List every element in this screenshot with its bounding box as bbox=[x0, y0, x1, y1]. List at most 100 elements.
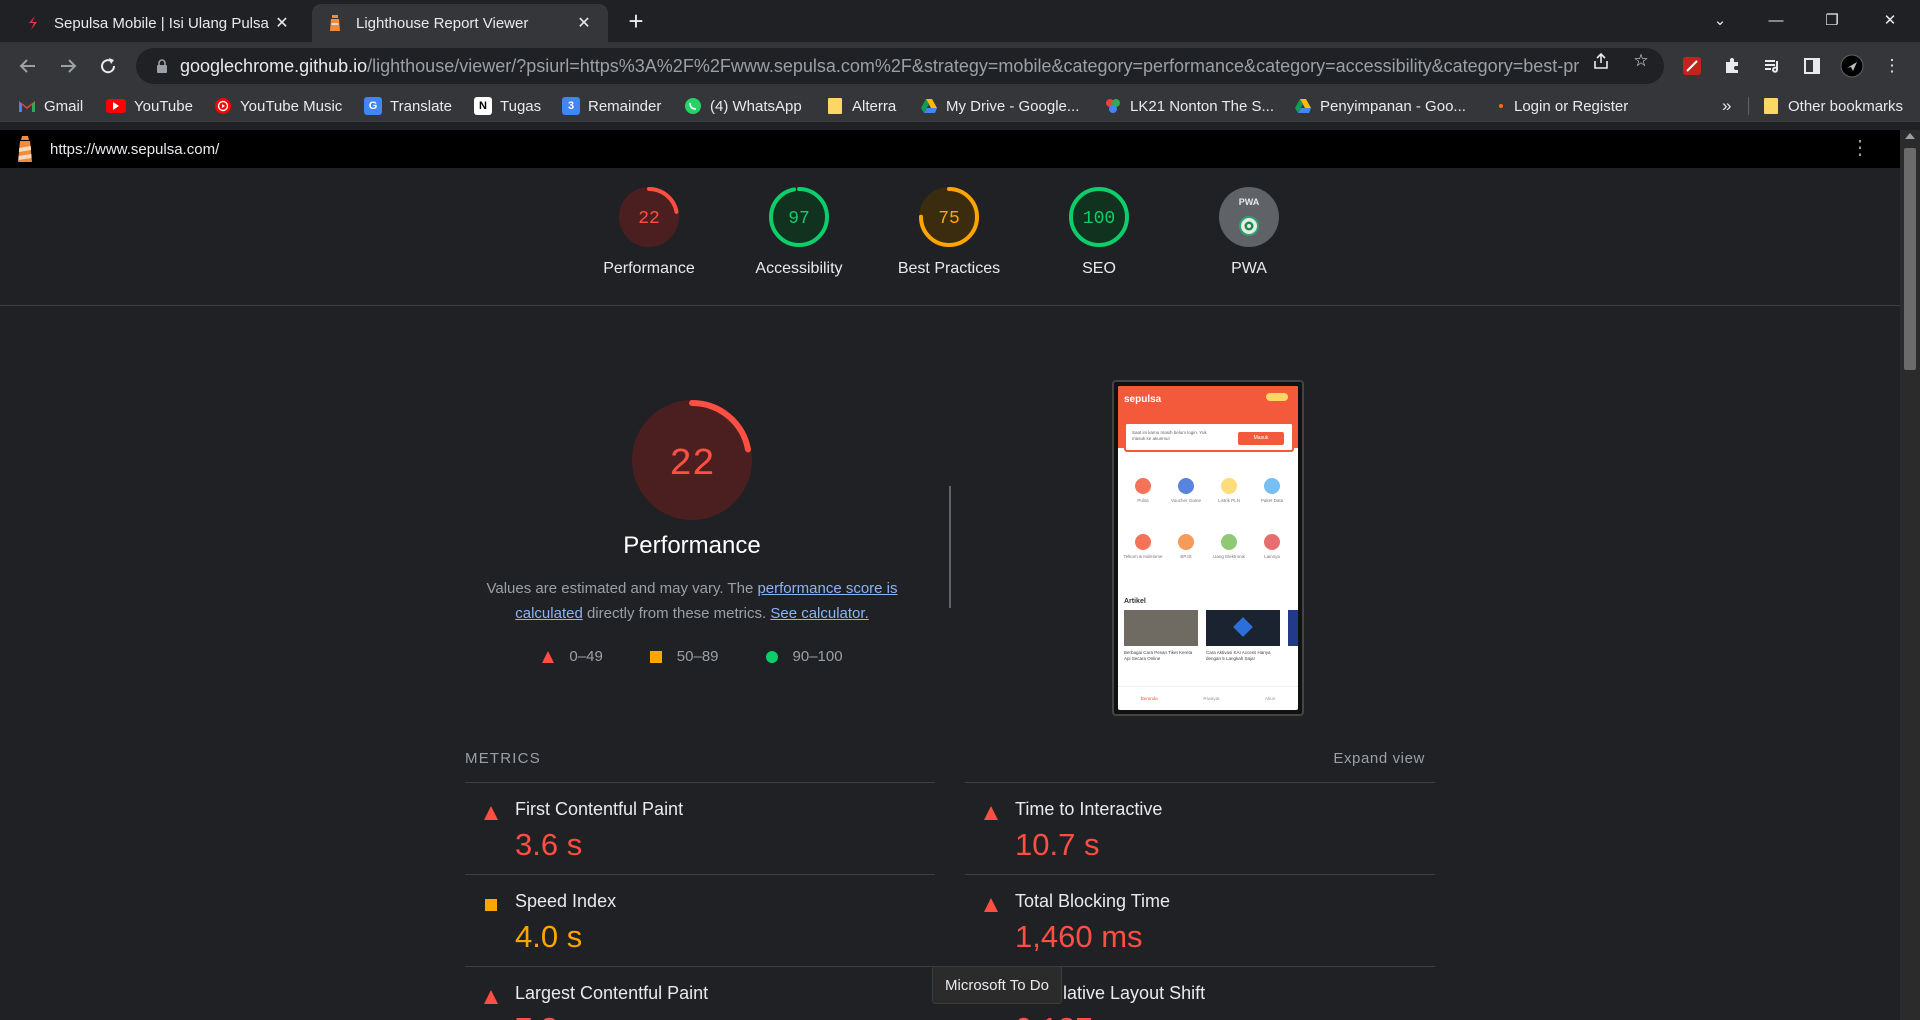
report-url: https://www.sepulsa.com/ bbox=[50, 140, 220, 158]
bookmark-label: YouTube bbox=[134, 97, 193, 115]
viewer-topbar: https://www.sepulsa.com/ ⋮ bbox=[0, 130, 1900, 168]
login-text: Saat ini kamu masih belum login. Yuk mas… bbox=[1132, 430, 1207, 441]
service-label: BPJS bbox=[1180, 554, 1192, 559]
legend-range: 50–89 bbox=[676, 648, 719, 665]
tab-close-icon[interactable]: ✕ bbox=[272, 13, 292, 33]
side-panel-icon[interactable] bbox=[1800, 54, 1824, 78]
metrics-heading: METRICS bbox=[465, 750, 541, 767]
new-tab-button[interactable]: + bbox=[622, 8, 650, 36]
score-label: Accessibility bbox=[755, 260, 843, 277]
reload-button[interactable] bbox=[94, 52, 122, 80]
final-screenshot[interactable]: sepulsa Saat ini kamu masih belum login.… bbox=[1112, 380, 1304, 716]
bookmark-label: Remainder bbox=[588, 97, 662, 115]
scrollbar-thumb[interactable] bbox=[1904, 148, 1916, 370]
bookmark-gmail[interactable]: Gmail bbox=[18, 96, 83, 116]
legend-range: 0–49 bbox=[569, 648, 603, 665]
maximize-button[interactable]: ❐ bbox=[1812, 6, 1852, 34]
page-scrollbar[interactable] bbox=[1900, 130, 1920, 1020]
bookmark-label: Tugas bbox=[500, 97, 542, 115]
tab-lighthouse[interactable]: Lighthouse Report Viewer ✕ bbox=[312, 4, 608, 42]
score-gauge-performance[interactable]: 22 Performance bbox=[574, 186, 724, 278]
service-label: Lainnya bbox=[1264, 554, 1280, 559]
score-value: 100 bbox=[1083, 209, 1115, 229]
bookmark-penyimpanan[interactable]: Penyimpanan - Goo... bbox=[1294, 96, 1466, 116]
score-label: SEO bbox=[1082, 260, 1116, 277]
url-host: googlechrome.github.io bbox=[180, 55, 368, 76]
lock-icon[interactable] bbox=[144, 59, 180, 73]
tab-search-button[interactable]: ⌄ bbox=[1700, 6, 1740, 34]
service-label: Uang Elektronik bbox=[1213, 554, 1245, 559]
score-gauge-seo[interactable]: 100 SEO bbox=[1024, 186, 1174, 278]
bookmark-translate[interactable]: G Translate bbox=[364, 96, 452, 116]
profile-avatar-icon[interactable] bbox=[1840, 54, 1864, 78]
service-item: Pulsa bbox=[1122, 478, 1164, 504]
notion-icon: N bbox=[474, 97, 492, 115]
score-gauge-accessibility[interactable]: 97 Accessibility bbox=[724, 186, 874, 278]
service-icon bbox=[1135, 478, 1151, 494]
score-value: 97 bbox=[788, 209, 810, 229]
close-window-button[interactable]: ✕ bbox=[1870, 6, 1910, 34]
service-icon bbox=[1178, 534, 1194, 550]
score-ring: 22 bbox=[619, 187, 679, 247]
service-label: Listrik PLN bbox=[1218, 498, 1240, 503]
metric-value: 4.0 s bbox=[515, 919, 583, 954]
bookmark-remainder[interactable]: 3 Remainder bbox=[562, 96, 661, 116]
summary-divider bbox=[949, 486, 951, 608]
score-gauge-best-practices[interactable]: 75 Best Practices bbox=[874, 186, 1024, 278]
lk21-icon bbox=[1104, 97, 1122, 115]
minimize-button[interactable]: — bbox=[1756, 6, 1796, 34]
app-coin-badge bbox=[1266, 393, 1288, 401]
legend-fail: 0–49 bbox=[541, 648, 603, 665]
legend-range: 90–100 bbox=[792, 648, 843, 665]
bookmark-youtube[interactable]: YouTube bbox=[106, 96, 193, 116]
service-item: BPJS bbox=[1165, 534, 1207, 560]
service-icon bbox=[1135, 534, 1151, 550]
score-ring: 100 bbox=[1069, 187, 1129, 247]
tab-title: Lighthouse Report Viewer bbox=[356, 14, 529, 32]
score-value: 22 bbox=[638, 209, 660, 229]
triangle-icon bbox=[484, 806, 498, 820]
chrome-menu-icon[interactable]: ⋮ bbox=[1880, 54, 1904, 78]
scroll-up-arrow-icon[interactable] bbox=[1905, 133, 1915, 139]
extension-red-icon[interactable] bbox=[1680, 54, 1704, 78]
score-ring: PWA bbox=[1219, 187, 1279, 247]
calendar-icon: 3 bbox=[562, 97, 580, 115]
taskbar-tooltip: Microsoft To Do bbox=[932, 966, 1062, 1004]
bookmark-alterra[interactable]: Alterra bbox=[826, 96, 896, 116]
expand-view-toggle[interactable]: Expand view bbox=[1333, 750, 1425, 767]
media-queue-icon[interactable] bbox=[1760, 54, 1784, 78]
back-button[interactable] bbox=[14, 52, 42, 80]
viewer-menu-button[interactable]: ⋮ bbox=[1850, 138, 1870, 158]
bookmark-label: Translate bbox=[390, 97, 452, 115]
login-button: Masuk bbox=[1238, 432, 1284, 445]
puzzle-extensions-icon[interactable] bbox=[1720, 54, 1744, 78]
square-icon bbox=[485, 899, 497, 911]
score-gauge-pwa[interactable]: PWA PWA bbox=[1174, 186, 1324, 278]
bookmark-youtube-music[interactable]: YouTube Music bbox=[214, 96, 342, 116]
metric-value: 0.137 bbox=[1015, 1011, 1093, 1020]
bookmark-whatsapp[interactable]: (4) WhatsApp bbox=[684, 96, 802, 116]
metric-total-blocking-time: Total Blocking Time 1,460 ms bbox=[965, 874, 1435, 966]
forward-button[interactable] bbox=[54, 52, 82, 80]
report-content: 22 Performance 97 Accessibility 75 Best Pract… bbox=[0, 168, 1900, 1020]
tab-sepulsa[interactable]: Sepulsa Mobile | Isi Ulang Pulsa S ✕ bbox=[10, 4, 306, 42]
address-bar[interactable]: googlechrome.github.io/lighthouse/viewer… bbox=[136, 48, 1664, 84]
score-label: Performance bbox=[603, 260, 695, 277]
bookmark-tugas[interactable]: N Tugas bbox=[474, 96, 541, 116]
share-icon[interactable] bbox=[1590, 50, 1612, 72]
forward-arrow-icon bbox=[61, 59, 77, 73]
bookmarks-overflow-button[interactable]: » bbox=[1722, 96, 1731, 116]
metric-value: 10.7 s bbox=[1015, 827, 1100, 862]
see-calculator-link[interactable]: See calculator. bbox=[770, 605, 868, 622]
bookmark-label: (4) WhatsApp bbox=[710, 97, 802, 115]
bookmark-star-icon[interactable]: ☆ bbox=[1630, 50, 1652, 72]
tab-close-icon[interactable]: ✕ bbox=[574, 13, 594, 33]
address-url[interactable]: googlechrome.github.io/lighthouse/viewer… bbox=[180, 56, 1580, 77]
translate-icon: G bbox=[364, 97, 382, 115]
bookmark-my-drive[interactable]: My Drive - Google... bbox=[920, 96, 1079, 116]
tab-strip: Sepulsa Mobile | Isi Ulang Pulsa S ✕ Lig… bbox=[0, 0, 1920, 42]
bookmark-login-register[interactable]: Login or Register bbox=[1496, 96, 1628, 116]
triangle-icon bbox=[984, 898, 998, 912]
bookmark-lk21[interactable]: LK21 Nonton The S... bbox=[1104, 96, 1274, 116]
other-bookmarks[interactable]: Other bookmarks bbox=[1762, 96, 1903, 116]
